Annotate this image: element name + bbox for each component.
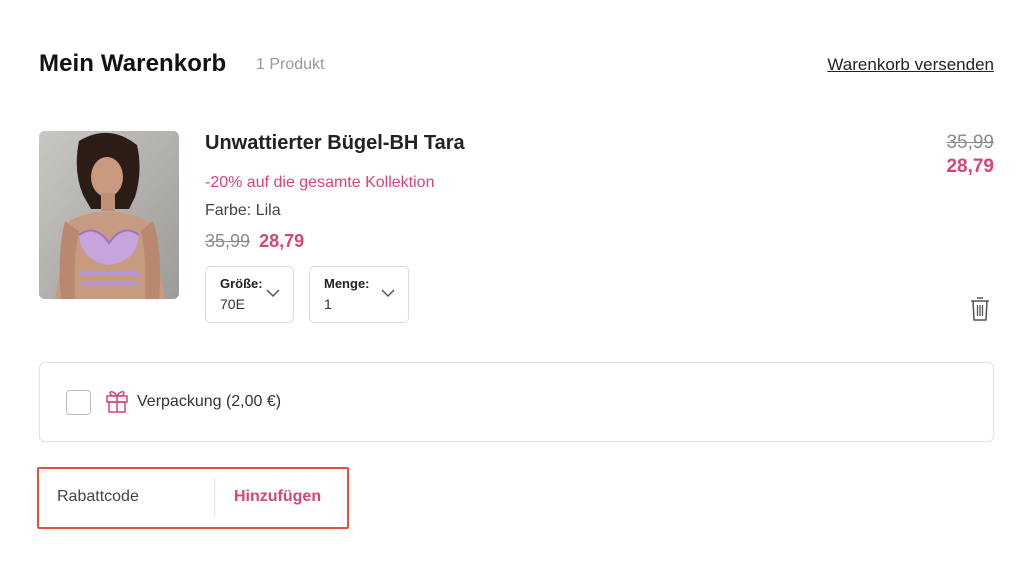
quantity-label: Menge: [324, 276, 370, 291]
chevron-down-icon [266, 289, 280, 298]
line-total-old: 35,99 [946, 132, 994, 153]
quantity-value: 1 [324, 296, 332, 312]
quantity-select[interactable]: Menge: 1 [309, 266, 409, 323]
coupon-input[interactable]: Rabattcode [57, 488, 139, 506]
product-name[interactable]: Unwattierter Bügel-BH Tara [205, 132, 465, 155]
gift-wrap-label: Verpackung (2,00 €) [137, 393, 282, 410]
line-total: 35,99 28,79 [946, 132, 994, 178]
size-value: 70E [220, 296, 245, 312]
product-count: 1 Produkt [256, 56, 325, 73]
product-prices: 35,99 28,79 [205, 231, 304, 252]
size-select[interactable]: Größe: 70E [205, 266, 294, 323]
chevron-down-icon [381, 289, 395, 298]
gift-wrap-checkbox[interactable] [66, 390, 91, 415]
gift-icon [106, 391, 128, 413]
size-label: Größe: [220, 276, 263, 291]
line-total-new: 28,79 [946, 156, 994, 177]
old-price: 35,99 [205, 231, 251, 251]
page-title: Mein Warenkorb [39, 50, 227, 77]
gift-wrap-option: Verpackung (2,00 €) [39, 362, 994, 442]
coupon-field: Rabattcode Hinzufügen [37, 467, 349, 529]
cart-header: Mein Warenkorb 1 Produkt Warenkorb verse… [39, 50, 994, 82]
product-color: Farbe: Lila [205, 202, 281, 219]
send-cart-link[interactable]: Warenkorb versenden [827, 55, 994, 75]
product-photo [39, 131, 179, 299]
coupon-divider [214, 479, 215, 517]
apply-coupon-button[interactable]: Hinzufügen [234, 488, 321, 506]
new-price: 28,79 [259, 231, 305, 251]
promo-text: -20% auf die gesamte Kollektion [205, 174, 435, 191]
product-image[interactable] [39, 131, 179, 299]
trash-icon[interactable] [969, 296, 991, 322]
